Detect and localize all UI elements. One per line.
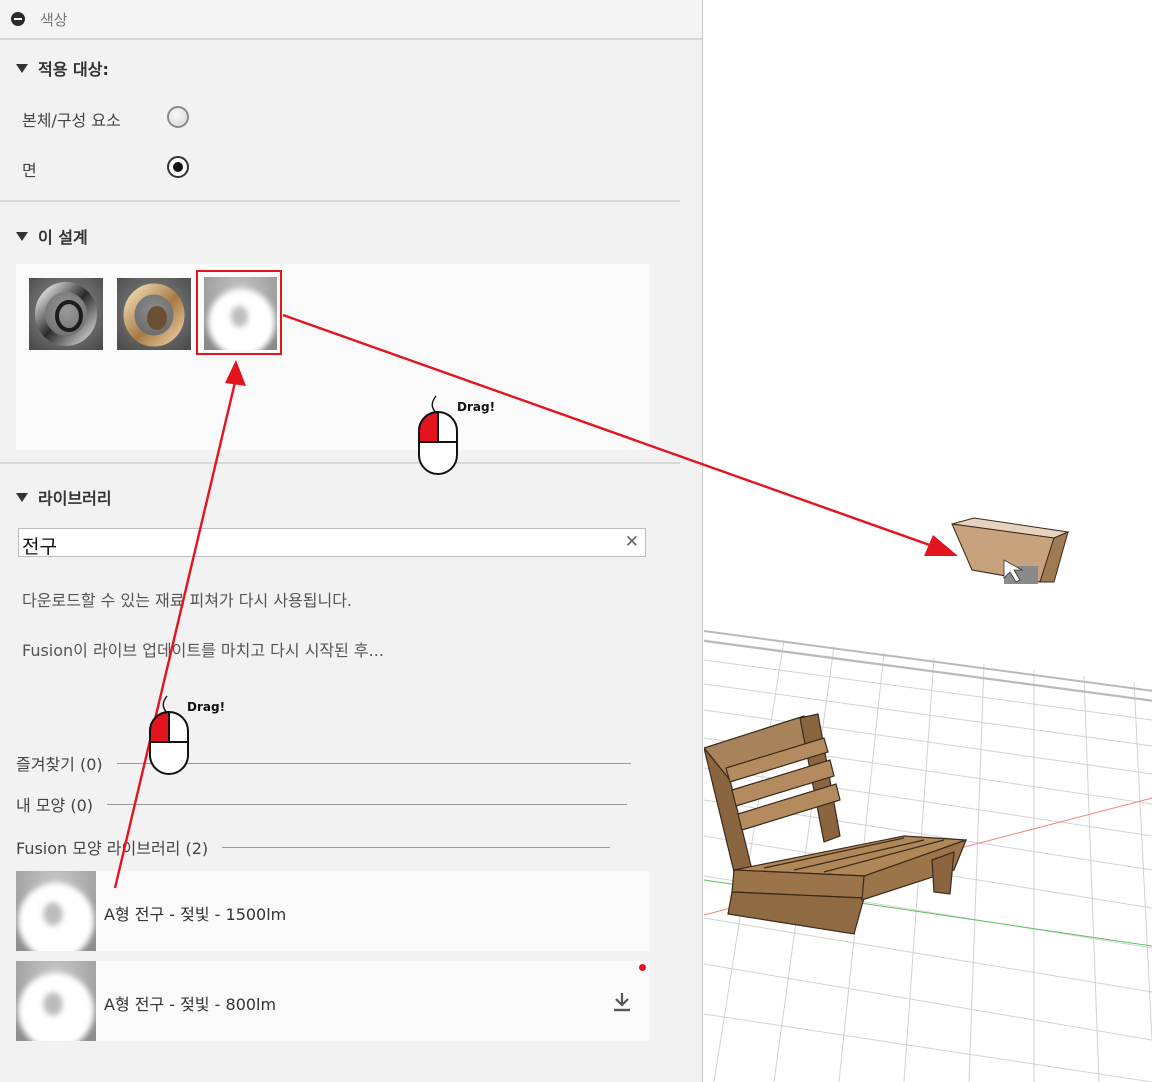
download-icon[interactable]	[612, 991, 632, 1013]
library-section-header[interactable]: 라이브러리	[16, 485, 112, 509]
fusion-library-label: Fusion 모양 라이브러리 (2)	[16, 839, 209, 858]
collapse-icon[interactable]	[11, 12, 25, 26]
apply-to-heading: 적용 대상:	[38, 60, 109, 79]
search-value: 전구	[22, 536, 57, 558]
this-design-section-header[interactable]: 이 설계	[16, 224, 88, 248]
favorites-label: 즐겨찾기 (0)	[16, 755, 103, 774]
body-component-label: 본체/구성 요소	[22, 111, 121, 130]
bulb-thumbnail	[16, 871, 96, 951]
appearance-panel: 색상 적용 대상: 본체/구성 요소 면 이 설계 라이브러리 전구 ✕ 다운로…	[0, 0, 703, 1082]
library-search-input[interactable]: 전구 ✕	[18, 528, 646, 558]
3d-viewport-canvas[interactable]	[704, 0, 1152, 1082]
expand-triangle-icon	[16, 64, 28, 73]
my-appearances-label: 내 모양 (0)	[16, 796, 93, 815]
library-item[interactable]: A형 전구 - 젖빛 - 1500lm	[16, 871, 650, 951]
download-message: 다운로드할 수 있는 재료 피쳐가 다시 사용됩니다.	[22, 591, 353, 610]
panel-header: 색상	[0, 0, 702, 40]
chrome-torus-swatch[interactable]	[29, 278, 103, 350]
library-heading: 라이브러리	[38, 489, 112, 508]
expand-triangle-icon	[16, 232, 28, 241]
panel-title: 색상	[40, 11, 68, 29]
category-divider	[107, 803, 627, 805]
library-item-label: A형 전구 - 젖빛 - 800lm	[104, 995, 277, 1014]
category-divider	[222, 846, 611, 848]
this-design-swatch-area	[16, 264, 650, 450]
this-design-heading: 이 설계	[38, 228, 88, 247]
selected-swatch-highlight	[196, 270, 282, 355]
wood-torus-swatch[interactable]	[117, 278, 191, 350]
section-divider	[0, 462, 680, 464]
clear-search-icon[interactable]: ✕	[625, 532, 639, 552]
face-radio[interactable]	[167, 156, 189, 178]
library-item-label: A형 전구 - 젖빛 - 1500lm	[104, 905, 287, 924]
bulb-thumbnail	[16, 961, 96, 1041]
face-label: 면	[22, 161, 37, 180]
body-component-radio[interactable]	[167, 106, 189, 128]
fusion-library-category[interactable]: Fusion 모양 라이브러리 (2)	[16, 836, 611, 858]
my-appearances-category[interactable]: 내 모양 (0)	[16, 793, 627, 815]
update-dot-indicator	[639, 964, 646, 971]
apply-to-section-header[interactable]: 적용 대상:	[16, 56, 109, 80]
section-divider	[0, 200, 680, 202]
category-divider	[116, 762, 631, 764]
library-item[interactable]: A형 전구 - 젖빛 - 800lm	[16, 961, 650, 1041]
favorites-category[interactable]: 즐겨찾기 (0)	[16, 752, 631, 774]
expand-triangle-icon	[16, 493, 28, 502]
live-update-message: Fusion이 라이브 업데이트를 마치고 다시 시작된 후...	[22, 641, 384, 660]
